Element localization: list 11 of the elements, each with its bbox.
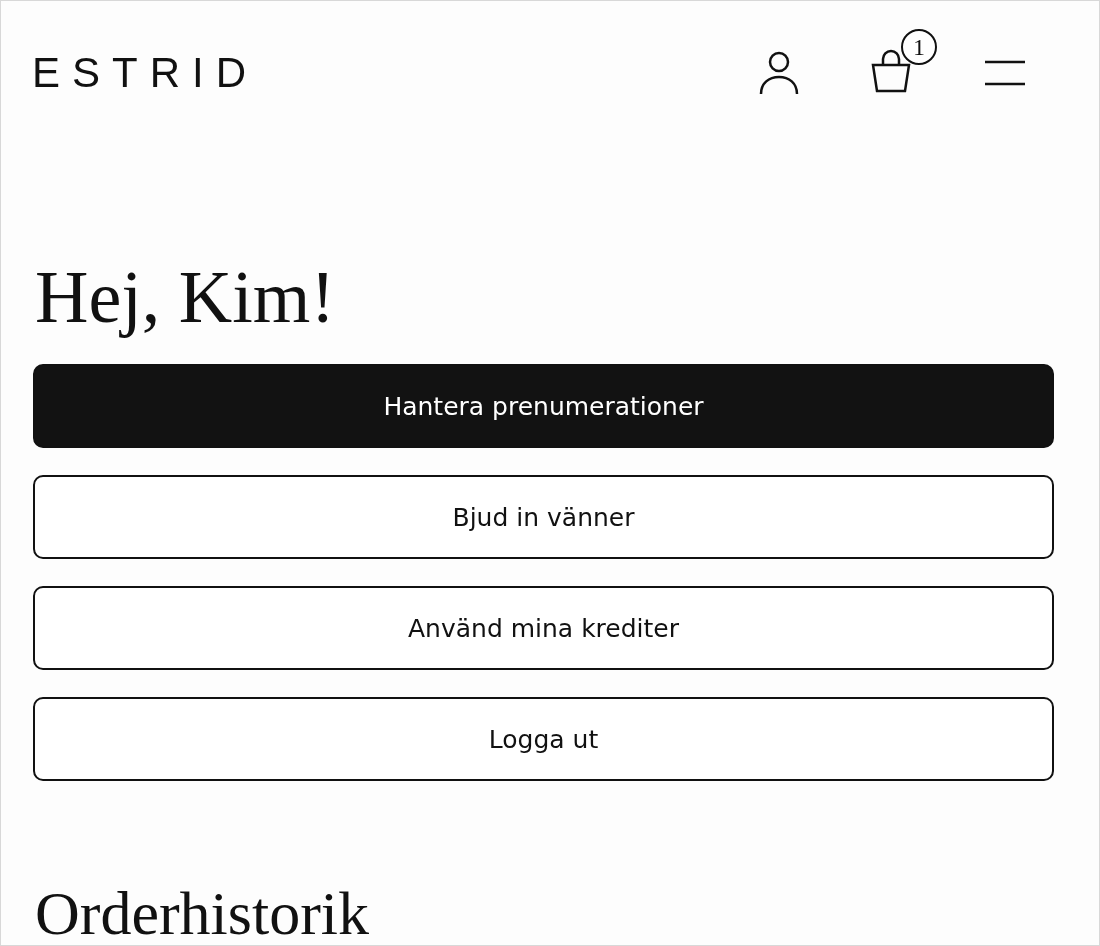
account-button[interactable]: Använd mina krediter [33,586,1054,671]
section-heading: Orderhistorik [35,879,371,945]
cart-count-badge: 1 [901,29,937,65]
account-button[interactable]: Bjud in vänner [33,475,1054,560]
logo[interactable]: ESTRID [32,49,759,97]
greeting-heading: Hej, Kim! [35,257,337,339]
shopping-bag-icon[interactable] [869,49,913,93]
user-icon[interactable] [759,51,799,95]
account-button[interactable]: Logga ut [33,697,1054,782]
menu-icon[interactable] [983,59,1027,87]
account-button[interactable]: Hantera prenumerationer [33,364,1054,449]
